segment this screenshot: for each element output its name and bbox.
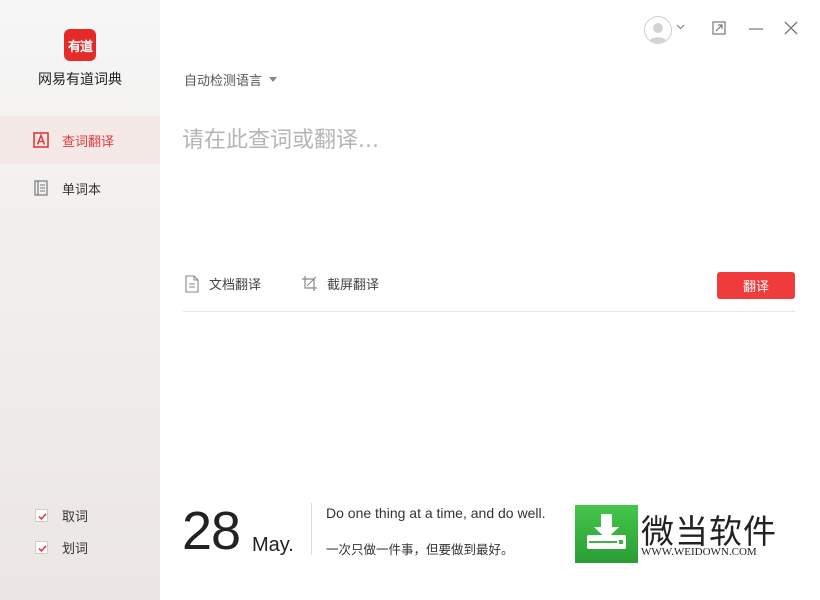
check-icon bbox=[38, 512, 47, 520]
daily-month: May. bbox=[252, 534, 294, 556]
sidebar: 有道 网易有道词典 查词翻译 单词本 取词 划词 bbox=[0, 0, 160, 600]
doc-translate-button[interactable]: 文档翻译 bbox=[184, 274, 261, 293]
daily-separator bbox=[311, 503, 312, 555]
sidebar-item-label: 查词翻译 bbox=[62, 134, 115, 150]
document-icon bbox=[185, 274, 199, 293]
divider bbox=[183, 311, 795, 312]
doc-translate-label: 文档翻译 bbox=[209, 278, 262, 293]
caret-down-icon bbox=[269, 77, 278, 82]
close-icon[interactable] bbox=[783, 20, 799, 36]
crop-icon bbox=[302, 276, 317, 291]
quci-checkbox[interactable] bbox=[35, 508, 48, 522]
language-select-label: 自动检测语言 bbox=[184, 74, 263, 89]
huaci-checkbox[interactable] bbox=[35, 540, 48, 554]
app-logo: 有道 bbox=[64, 29, 96, 61]
app-name: 网易有道词典 bbox=[38, 72, 122, 88]
screenshot-translate-label: 截屏翻译 bbox=[327, 278, 380, 293]
minimize-icon[interactable] bbox=[748, 20, 764, 36]
translate-button[interactable]: 翻译 bbox=[717, 272, 795, 299]
translate-a-icon bbox=[33, 132, 49, 148]
screenshot-translate-button[interactable]: 截屏翻译 bbox=[301, 274, 379, 293]
check-icon bbox=[38, 544, 47, 552]
quci-option[interactable]: 取词 bbox=[35, 506, 89, 525]
notebook-icon bbox=[33, 180, 49, 196]
avatar-icon[interactable] bbox=[644, 16, 672, 44]
query-input[interactable] bbox=[182, 120, 782, 160]
huaci-option[interactable]: 划词 bbox=[35, 538, 89, 557]
chevron-down-icon[interactable] bbox=[676, 24, 685, 30]
quci-label: 取词 bbox=[62, 509, 89, 525]
daily-sentence-cn: 一次只做一件事，但要做到最好。 bbox=[326, 542, 514, 557]
watermark-url: WWW.WEIDOWN.COM bbox=[641, 546, 757, 558]
daily-day: 28 bbox=[182, 501, 241, 561]
watermark-download-icon bbox=[575, 505, 638, 563]
daily-sentence-en: Do one thing at a time, and do well. bbox=[326, 505, 546, 521]
language-select[interactable]: 自动检测语言 bbox=[184, 70, 278, 89]
sidebar-item-wordbook[interactable]: 单词本 bbox=[0, 164, 160, 212]
sidebar-item-label: 单词本 bbox=[62, 182, 102, 198]
sidebar-item-translate[interactable]: 查词翻译 bbox=[0, 116, 160, 164]
huaci-label: 划词 bbox=[62, 541, 89, 557]
restore-icon[interactable] bbox=[711, 20, 727, 36]
